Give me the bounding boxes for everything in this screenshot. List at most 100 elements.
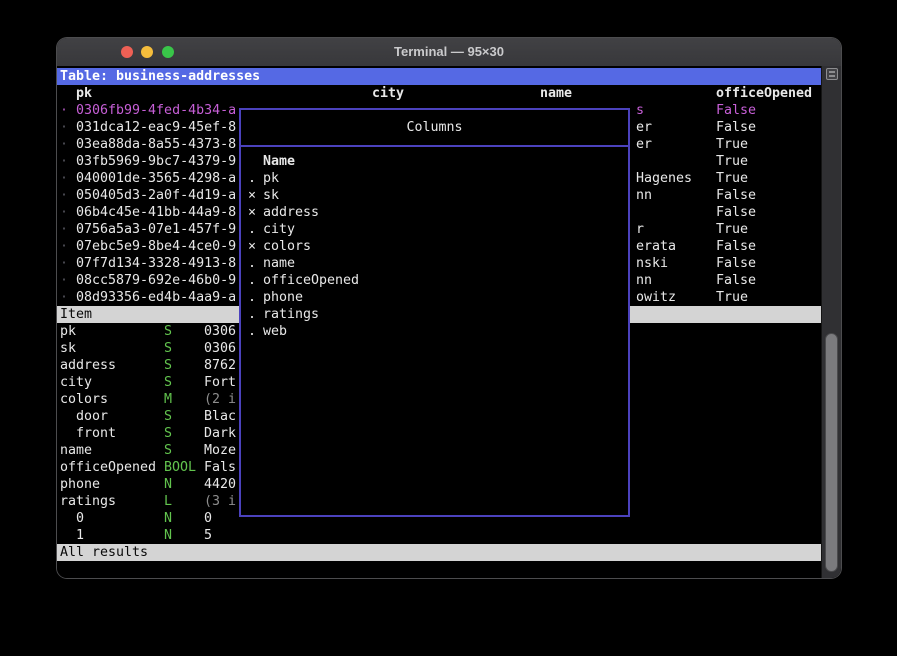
cell-pk: 03ea88da-8a55-4373-8	[76, 136, 236, 153]
table-title: Table: business-addresses	[60, 68, 260, 85]
attribute-value: (3 i	[204, 493, 236, 510]
cell-officeOpened: True	[716, 289, 748, 306]
attribute-value: Moze	[204, 442, 236, 459]
split-pane-icon[interactable]	[826, 68, 838, 80]
attribute-name: door	[76, 408, 108, 425]
cell-pk: 040001de-3565-4298-a	[76, 170, 236, 187]
attribute-type: N	[164, 527, 172, 544]
columns-dialog-item-name[interactable]: . name	[241, 255, 628, 272]
cell-officeOpened: True	[716, 170, 748, 187]
cell-name: nski	[636, 255, 668, 272]
visible-column-marker-icon: .	[248, 221, 256, 238]
cell-name: nn	[636, 272, 652, 289]
scrollbar-track[interactable]	[821, 66, 841, 578]
attribute-type: BOOL	[164, 459, 196, 476]
cell-name: owitz	[636, 289, 676, 306]
columns-dialog-item-pk[interactable]: . pk	[241, 170, 628, 187]
attribute-type: S	[164, 442, 172, 459]
row-bullet-icon: ·	[60, 255, 68, 272]
cell-officeOpened: False	[716, 102, 756, 119]
cell-pk: 08d93356-ed4b-4aa9-a	[76, 289, 236, 306]
column-item-label: officeOpened	[263, 272, 359, 289]
cell-officeOpened: False	[716, 119, 756, 136]
cell-pk: 0306fb99-4fed-4b34-a	[76, 102, 236, 119]
attribute-type: N	[164, 510, 172, 527]
terminal-content: Table: business-addresses pk city name o…	[57, 66, 841, 578]
cell-officeOpened: False	[716, 272, 756, 289]
attribute-name: colors	[60, 391, 108, 408]
columns-dialog-item-officeOpened[interactable]: . officeOpened	[241, 272, 628, 289]
column-item-label: ratings	[263, 306, 319, 323]
visible-column-marker-icon: .	[248, 255, 256, 272]
column-item-label: name	[263, 255, 295, 272]
visible-column-marker-icon: .	[248, 289, 256, 306]
visible-column-marker-icon: .	[248, 272, 256, 289]
attribute-name: 0	[76, 510, 84, 527]
attribute-name: 1	[76, 527, 84, 544]
window-title: Terminal — 95×30	[57, 38, 841, 66]
column-item-label: pk	[263, 170, 279, 187]
columns-dialog-item-address[interactable]: ×address	[241, 204, 628, 221]
columns-dialog-item-web[interactable]: .web	[241, 323, 628, 340]
cell-name: r	[636, 221, 644, 238]
columns-dialog-separator	[241, 145, 628, 147]
cell-officeOpened: False	[716, 255, 756, 272]
visible-column-marker-icon: .	[248, 170, 256, 187]
cell-pk: 07ebc5e9-8be4-4ce0-9	[76, 238, 236, 255]
columns-dialog: Columns Name .pk×sk×address.city×colors.…	[239, 108, 630, 517]
columns-dialog-item-colors[interactable]: × colors	[241, 238, 628, 255]
column-header-officeOpened: officeOpened	[716, 85, 812, 102]
scrollbar-thumb[interactable]	[825, 333, 838, 572]
columns-dialog-name-header: Name	[241, 153, 628, 170]
attribute-name: city	[60, 374, 92, 391]
table-title-bar: Table: business-addresses	[57, 68, 821, 85]
terminal-window: Terminal — 95×30 Table: business-address…	[57, 38, 841, 578]
visible-column-marker-icon: .	[248, 306, 256, 323]
column-item-label: web	[263, 323, 287, 340]
attribute-type: S	[164, 323, 172, 340]
attribute-value: 8762	[204, 357, 236, 374]
cell-pk: 08cc5879-692e-46b0-9	[76, 272, 236, 289]
attribute-value: 4420	[204, 476, 236, 493]
cell-name: er	[636, 119, 652, 136]
columns-dialog-item-ratings[interactable]: . ratings	[241, 306, 628, 323]
row-bullet-icon: ·	[60, 204, 68, 221]
cell-name: Hagenes	[636, 170, 692, 187]
cell-pk: 050405d3-2a0f-4d19-a	[76, 187, 236, 204]
attribute-value: Dark	[204, 425, 236, 442]
hidden-column-marker-icon: ×	[248, 238, 256, 255]
title-bar[interactable]: Terminal — 95×30	[57, 38, 841, 67]
attribute-value: (2 i	[204, 391, 236, 408]
attribute-value: 0306	[204, 340, 236, 357]
attribute-type: N	[164, 476, 172, 493]
row-bullet-icon: ·	[60, 272, 68, 289]
row-bullet-icon: ·	[60, 170, 68, 187]
results-status-label: All results	[60, 544, 148, 561]
cell-pk: 031dca12-eac9-45ef-8	[76, 119, 236, 136]
attribute-value: Fals	[204, 459, 236, 476]
hidden-column-marker-icon: ×	[248, 187, 256, 204]
attribute-name: ratings	[60, 493, 116, 510]
columns-dialog-item-city[interactable]: .city	[241, 221, 628, 238]
columns-dialog-item-phone[interactable]: .phone	[241, 289, 628, 306]
cell-name: nn	[636, 187, 652, 204]
column-header-city: city	[372, 85, 404, 102]
attribute-value: 0306	[204, 323, 236, 340]
column-item-label: colors	[263, 238, 311, 255]
cell-officeOpened: False	[716, 204, 756, 221]
attribute-name: front	[76, 425, 116, 442]
row-bullet-icon: ·	[60, 102, 68, 119]
cell-officeOpened: True	[716, 136, 748, 153]
attribute-name: sk	[60, 340, 76, 357]
table-header-row: pk city name officeOpened	[57, 85, 821, 102]
attribute-type: L	[164, 493, 172, 510]
attribute-type: S	[164, 357, 172, 374]
columns-dialog-item-sk[interactable]: ×sk	[241, 187, 628, 204]
row-bullet-icon: ·	[60, 238, 68, 255]
row-bullet-icon: ·	[60, 153, 68, 170]
results-status-bar: All results	[57, 544, 821, 561]
cell-officeOpened: True	[716, 153, 748, 170]
item-panel-title: Item	[60, 306, 92, 323]
item-attribute-row: 1N5	[57, 527, 821, 544]
cell-pk: 0756a5a3-07e1-457f-9	[76, 221, 236, 238]
